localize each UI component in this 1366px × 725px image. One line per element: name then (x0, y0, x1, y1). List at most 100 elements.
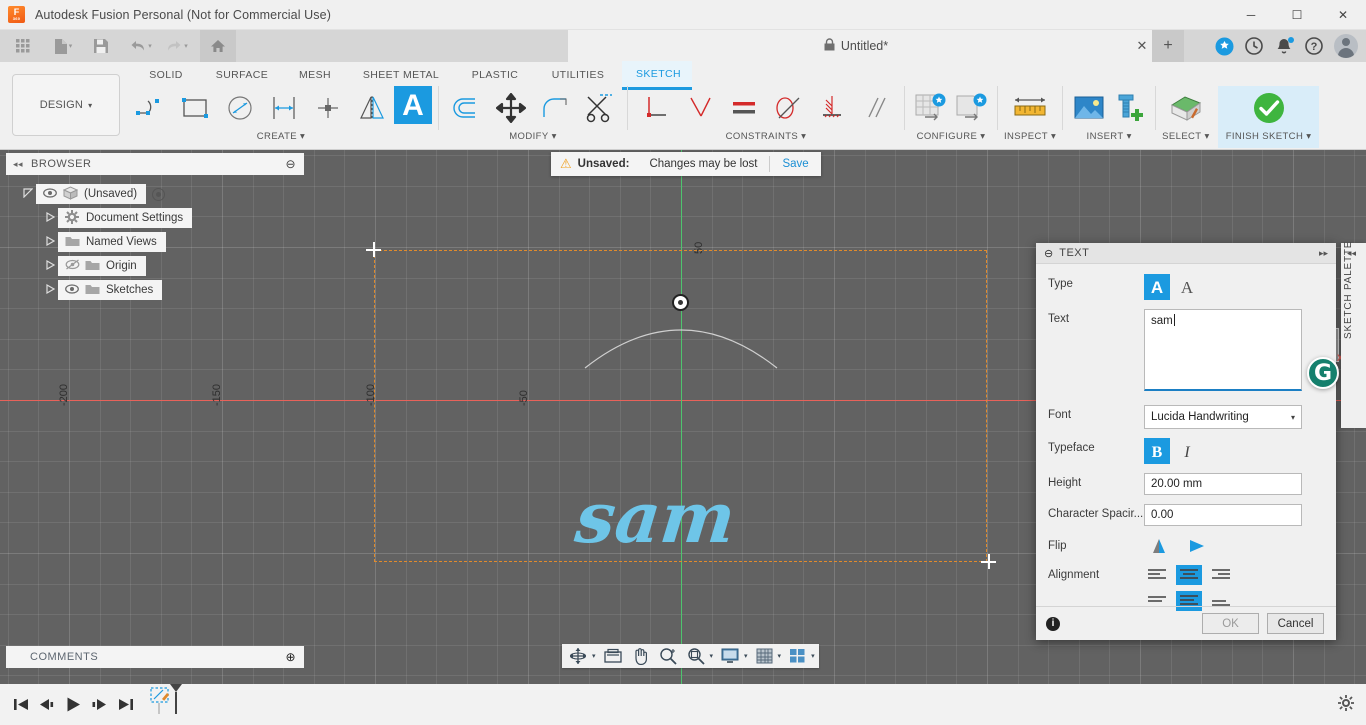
group-label-create[interactable]: CREATE ▾ (257, 131, 305, 142)
minimize-button[interactable]: ─ (1228, 0, 1274, 30)
align-center-button[interactable] (1176, 565, 1202, 585)
expand-arrow-icon[interactable] (42, 211, 58, 224)
tree-node-pill[interactable]: Document Settings (58, 208, 193, 228)
timeline-step-back-button[interactable] (34, 684, 60, 725)
save-icon[interactable] (86, 30, 116, 62)
tree-node-named-views[interactable]: Named Views (6, 230, 304, 254)
tool-tangent-icon[interactable] (766, 86, 810, 130)
home-icon[interactable] (200, 30, 236, 62)
viewport-caret[interactable]: ▾ (811, 652, 815, 660)
tab-utilities[interactable]: UTILITIES (534, 62, 622, 88)
orbit-icon[interactable] (566, 644, 590, 668)
new-file-caret[interactable]: ▾ (69, 42, 73, 50)
tool-move-copy-icon[interactable] (489, 86, 533, 130)
text-rotation-handle[interactable] (672, 294, 689, 311)
fit-icon[interactable] (684, 644, 708, 668)
expand-arrow-icon[interactable] (20, 188, 36, 200)
type-linear-button[interactable]: A (1144, 274, 1170, 300)
visibility-eye-icon[interactable] (62, 283, 82, 297)
zoom-icon[interactable] (656, 644, 680, 668)
tool-fillet-icon[interactable] (533, 86, 577, 130)
new-file-icon[interactable]: ▾ (48, 30, 78, 62)
save-link[interactable]: Save (770, 158, 820, 170)
timeline-go-to-end-button[interactable] (112, 684, 138, 725)
undo-caret[interactable]: ▾ (148, 42, 152, 50)
close-button[interactable]: ✕ (1320, 0, 1366, 30)
tool-parallel-icon[interactable] (854, 86, 898, 130)
help-icon[interactable]: ? (1300, 30, 1328, 62)
apps-grid-icon[interactable] (8, 30, 38, 62)
grid-snap-icon[interactable] (753, 644, 776, 668)
tool-equal-icon[interactable] (722, 86, 766, 130)
extension-icon[interactable] (1210, 30, 1238, 62)
bell-icon[interactable] (1270, 30, 1298, 62)
group-label-constraints[interactable]: CONSTRAINTS ▾ (726, 131, 807, 142)
tool-select-icon[interactable] (1164, 86, 1208, 130)
tool-finish-sketch-icon[interactable] (1241, 86, 1297, 130)
redo-caret[interactable]: ▾ (184, 42, 188, 50)
tool-circle-icon[interactable] (218, 86, 262, 130)
tree-node-pill[interactable]: (Unsaved) (36, 184, 147, 204)
group-label-inspect[interactable]: INSPECT ▾ (1004, 131, 1056, 142)
workspace-selector[interactable]: DESIGN ▾ (12, 74, 120, 136)
tool-text-icon[interactable]: A (394, 86, 432, 124)
tab-plastic[interactable]: PLASTIC (456, 62, 534, 88)
type-on-path-button[interactable]: A (1174, 274, 1200, 300)
text-frame-handle-bottom-right[interactable] (981, 554, 996, 569)
tree-node-sketches[interactable]: Sketches (6, 278, 304, 302)
redo-icon[interactable]: ▾ (162, 30, 192, 62)
group-label-finish-sketch[interactable]: FINISH SKETCH ▾ (1226, 131, 1312, 142)
tool-trim-scissors-icon[interactable] (577, 86, 621, 130)
expand-arrow-icon[interactable] (42, 259, 58, 272)
tree-node-pill[interactable]: Origin (58, 256, 146, 276)
look-at-icon[interactable] (601, 644, 625, 668)
typeface-bold-button[interactable]: B (1144, 438, 1170, 464)
timeline-play-button[interactable] (60, 684, 86, 725)
clock-icon[interactable] (1240, 30, 1268, 62)
activate-component-radio[interactable] (152, 187, 166, 201)
tool-measure-ruler-icon[interactable] (1008, 86, 1052, 130)
tool-mirror-icon[interactable] (350, 86, 394, 130)
timeline-go-to-start-button[interactable] (8, 684, 34, 725)
typeface-italic-button[interactable]: I (1174, 438, 1200, 464)
character-spacing-input[interactable]: 0.00 (1144, 504, 1302, 526)
comments-panel-header[interactable]: COMMENTS ⊕ (6, 646, 304, 668)
visibility-eye-icon[interactable] (40, 187, 60, 201)
tree-node-unsaved[interactable]: (Unsaved) (6, 182, 304, 206)
tool-config-table-icon[interactable] (911, 86, 951, 130)
cancel-button[interactable]: Cancel (1267, 613, 1324, 634)
align-right-button[interactable] (1208, 565, 1234, 585)
maximize-button[interactable]: ☐ (1274, 0, 1320, 30)
tool-line-icon[interactable] (130, 86, 174, 130)
tab-solid[interactable]: SOLID (132, 62, 200, 88)
text-input[interactable]: sam (1144, 309, 1302, 391)
viewport-layout-icon[interactable] (786, 644, 809, 668)
pan-hand-icon[interactable] (629, 644, 652, 668)
dialog-expand-icon[interactable]: ▸▸ (1319, 248, 1328, 259)
expand-arrow-icon[interactable] (42, 283, 58, 296)
tool-config-part-icon[interactable] (951, 86, 991, 130)
group-label-modify[interactable]: MODIFY ▾ (509, 131, 557, 142)
group-label-configure[interactable]: CONFIGURE ▾ (917, 131, 986, 142)
user-avatar[interactable] (1334, 34, 1358, 58)
tab-surface[interactable]: SURFACE (200, 62, 284, 88)
browser-minimize-icon[interactable]: ⊖ (285, 157, 296, 171)
tool-fix-ground-icon[interactable] (810, 86, 854, 130)
fit-caret[interactable]: ▾ (710, 652, 714, 660)
dialog-collapse-icon[interactable]: ⊖ (1044, 247, 1053, 260)
tool-rectangle-icon[interactable] (174, 86, 218, 130)
tree-node-pill[interactable]: Named Views (58, 232, 166, 252)
text-frame-handle-top-left[interactable] (366, 242, 381, 257)
sketch-palette-tab[interactable]: ◂◂ SKETCH PALETTE (1341, 241, 1366, 428)
font-select[interactable]: Lucida Handwriting ▾ (1144, 405, 1302, 429)
info-icon[interactable]: i (1046, 616, 1060, 631)
tree-node-document-settings[interactable]: Document Settings (6, 206, 304, 230)
grammarly-badge-icon[interactable]: G (1307, 357, 1339, 389)
expand-arrow-icon[interactable] (42, 235, 58, 248)
height-input[interactable]: 20.00 mm (1144, 473, 1302, 495)
tool-offset-icon[interactable] (445, 86, 489, 130)
flip-vertical-button[interactable] (1146, 536, 1172, 556)
add-comment-icon[interactable]: ⊕ (285, 650, 296, 664)
grid-caret[interactable]: ▾ (778, 652, 782, 660)
tool-vertical-horizontal-icon[interactable] (634, 86, 678, 130)
